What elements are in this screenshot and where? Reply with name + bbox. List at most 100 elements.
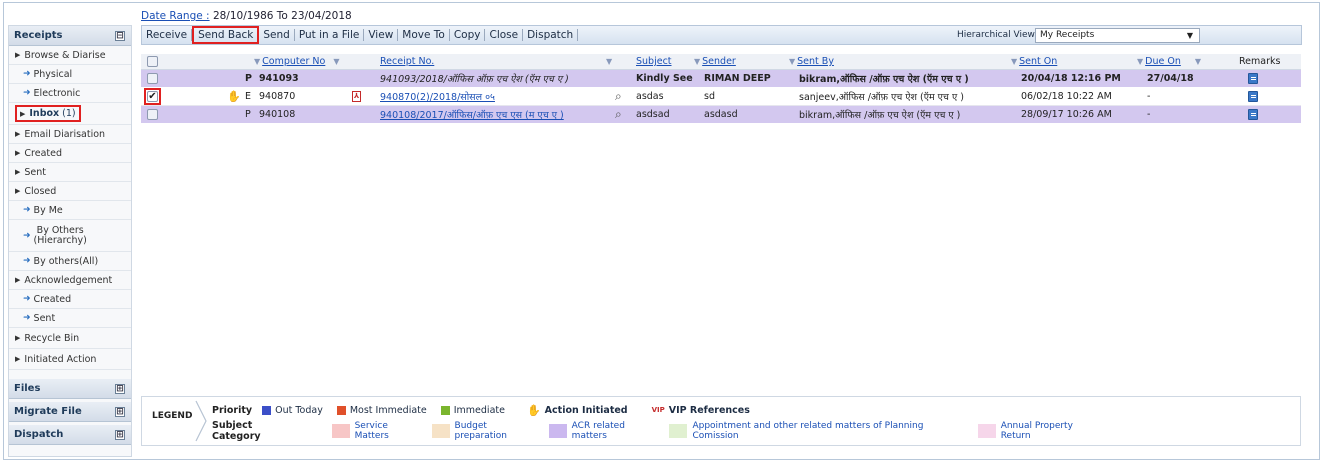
header-sent-by-label[interactable]: Sent By <box>797 56 834 67</box>
sidebar-item-label: By others(All) <box>33 255 99 267</box>
date-range[interactable]: Date Range : 28/10/1986 To 23/04/2018 <box>141 10 352 22</box>
header-receipt-no-label[interactable]: Receipt No. <box>380 56 434 67</box>
table-row[interactable]: P 941093 941093/2018/ऑफिस ऑफ़ एच ऐश (ऍम … <box>141 70 1301 88</box>
triangle-right-icon: ▶ <box>15 51 21 59</box>
filter-icon[interactable]: ▼ <box>606 57 612 66</box>
triangle-right-icon: ▶ <box>20 109 26 118</box>
sidebar-item-initiated-action[interactable]: ▶ Initiated Action <box>9 349 131 370</box>
copy-button[interactable]: Copy <box>450 29 486 41</box>
sidebar-item-label: Browse & Diarise <box>24 49 106 61</box>
sidebar-item-physical[interactable]: ➜ Physical <box>9 65 131 84</box>
header-sent-on[interactable]: ▼ Sent On <box>1011 54 1057 69</box>
action-initiated-label: Action Initiated <box>544 404 628 416</box>
header-sent-by[interactable]: ▼ Sent By <box>789 54 834 69</box>
row-type: P <box>245 109 251 120</box>
hierarchical-view-select[interactable]: My Receipts ▼ <box>1035 28 1200 43</box>
remark-note-icon[interactable] <box>1248 109 1258 120</box>
filter-icon[interactable]: ▼ <box>333 57 339 66</box>
paperclip-icon[interactable]: ⌕ <box>615 89 622 104</box>
dispatch-button[interactable]: Dispatch <box>523 29 579 41</box>
table-row[interactable]: ✔ ✋ E 940870 ⅄ 940870(2)/2018/सोसल ०५ ⌕ … <box>141 88 1301 106</box>
header-subject-filter[interactable]: ▼ <box>606 54 614 69</box>
files-section-header[interactable]: Files ⊞ <box>9 379 131 399</box>
remark-cell <box>1248 106 1258 123</box>
checkbox-highlight: ✔ <box>144 88 161 105</box>
remark-note-icon[interactable] <box>1248 73 1258 84</box>
sidebar-item-email-diarisation[interactable]: ▶ Email Diarisation <box>9 125 131 144</box>
header-computer-no[interactable]: ▼ Computer No ▼ <box>254 54 341 69</box>
sidebar-item-inbox[interactable]: ▶ Inbox (1) <box>9 103 131 125</box>
sidebar-item-acknowledgement[interactable]: ▶ Acknowledgement <box>9 271 131 290</box>
pdf-cell: ⅄ <box>352 88 361 105</box>
sidebar-item-ack-sent[interactable]: ➜ Sent <box>9 309 131 328</box>
priority-item-label: Out Today <box>275 404 323 416</box>
arrow-right-icon: ➜ <box>23 256 31 266</box>
header-due-on[interactable]: ▼ Due On ▼ <box>1137 54 1203 69</box>
put-in-file-button[interactable]: Put in a File <box>295 29 365 41</box>
table-row[interactable]: P 940108 940108/2017/ऑफिस/ऑफ़ एच एस (म ए… <box>141 106 1301 124</box>
attachment-cell: ⌕ <box>615 106 622 123</box>
row-receipt-no[interactable]: 940108/2017/ऑफिस/ऑफ़ एच एस (म एच ए ) <box>380 106 564 123</box>
inbox-count: (1) <box>62 108 76 119</box>
dispatch-section-header[interactable]: Dispatch ⊞ <box>9 425 131 445</box>
legend-panel: LEGEND Priority Out Today Most Immediate… <box>141 396 1301 446</box>
filter-icon[interactable]: ▼ <box>1195 57 1201 66</box>
row-checkbox[interactable] <box>147 73 158 84</box>
hierarchical-view-value: My Receipts <box>1040 30 1095 40</box>
receive-button[interactable]: Receive <box>142 29 193 41</box>
expand-icon[interactable]: ⊞ <box>115 406 125 417</box>
action-initiated-icon: ✋ <box>227 90 241 103</box>
header-subject-label[interactable]: Subject <box>636 56 672 67</box>
collapse-icon[interactable]: ⊟ <box>115 30 125 41</box>
row-receipt-no[interactable]: 940870(2)/2018/सोसल ०५ <box>380 88 495 105</box>
header-computer-no-label[interactable]: Computer No <box>262 56 325 67</box>
sidebar-item-by-others-hierarchy[interactable]: ➜ By Others (Hierarchy) <box>9 220 131 252</box>
remark-note-icon[interactable] <box>1248 91 1258 102</box>
migrate-file-section-header[interactable]: Migrate File ⊞ <box>9 402 131 422</box>
row-receipt-no[interactable]: 941093/2018/ऑफिस ऑफ़ एच ऐश (ऍम एच ए ) <box>380 70 569 87</box>
sidebar-item-recycle-bin[interactable]: ▶ Recycle Bin <box>9 328 131 349</box>
row-checkbox-checked[interactable]: ✔ <box>147 91 158 102</box>
move-to-button[interactable]: Move To <box>398 29 450 41</box>
sidebar-item-ack-created[interactable]: ➜ Created <box>9 290 131 309</box>
sidebar-item-label: By Me <box>33 204 63 216</box>
triangle-right-icon: ▶ <box>15 355 21 363</box>
select-all-checkbox[interactable] <box>147 56 158 67</box>
sidebar-item-created[interactable]: ▶ Created <box>9 144 131 163</box>
header-remarks: Remarks <box>1239 54 1280 69</box>
pdf-icon[interactable]: ⅄ <box>352 91 361 102</box>
sidebar-item-closed[interactable]: ▶ Closed <box>9 182 131 201</box>
row-sent-on: 06/02/18 10:22 AM <box>1021 91 1112 102</box>
sidebar-item-label: Email Diarisation <box>24 128 106 140</box>
sidebar-item-sent[interactable]: ▶ Sent <box>9 163 131 182</box>
inbox-highlight[interactable]: ▶ Inbox (1) <box>15 105 81 122</box>
send-back-button[interactable]: Send Back <box>192 26 260 44</box>
close-button[interactable]: Close <box>485 29 524 41</box>
date-range-label[interactable]: Date Range : <box>141 10 210 22</box>
legend-content: Priority Out Today Most Immediate Immedi… <box>212 401 1112 443</box>
header-subject[interactable]: Subject <box>636 54 672 69</box>
paperclip-icon[interactable]: ⌕ <box>615 107 622 122</box>
sidebar-item-browse-diarise[interactable]: ▶ Browse & Diarise <box>9 46 131 65</box>
row-type: E <box>245 91 252 102</box>
header-sender-label[interactable]: Sender <box>702 56 736 67</box>
sidebar-item-by-me[interactable]: ➜ By Me <box>9 201 131 220</box>
row-due-on: - <box>1147 109 1151 120</box>
expand-icon[interactable]: ⊞ <box>115 429 125 440</box>
sidebar-item-by-others-all[interactable]: ➜ By others(All) <box>9 252 131 271</box>
sidebar-item-electronic[interactable]: ➜ Electronic <box>9 84 131 103</box>
header-sent-on-label[interactable]: Sent On <box>1019 56 1057 67</box>
category-annual-property-return: Annual Property Return <box>977 421 1110 441</box>
header-due-on-label[interactable]: Due On <box>1145 56 1181 67</box>
view-button[interactable]: View <box>364 29 399 41</box>
expand-icon[interactable]: ⊞ <box>115 383 125 394</box>
sort-icon: ▼ <box>789 57 796 66</box>
sidebar-item-label: Closed <box>24 185 57 197</box>
receipts-section-header[interactable]: Receipts ⊟ <box>9 26 131 46</box>
priority-label: Priority <box>212 404 253 416</box>
action-initiated-icon: ✋ <box>526 403 541 417</box>
row-checkbox[interactable] <box>147 109 158 120</box>
send-button[interactable]: Send <box>259 29 295 41</box>
header-receipt-no[interactable]: Receipt No. <box>380 54 434 69</box>
header-sender[interactable]: ▼ Sender <box>694 54 736 69</box>
